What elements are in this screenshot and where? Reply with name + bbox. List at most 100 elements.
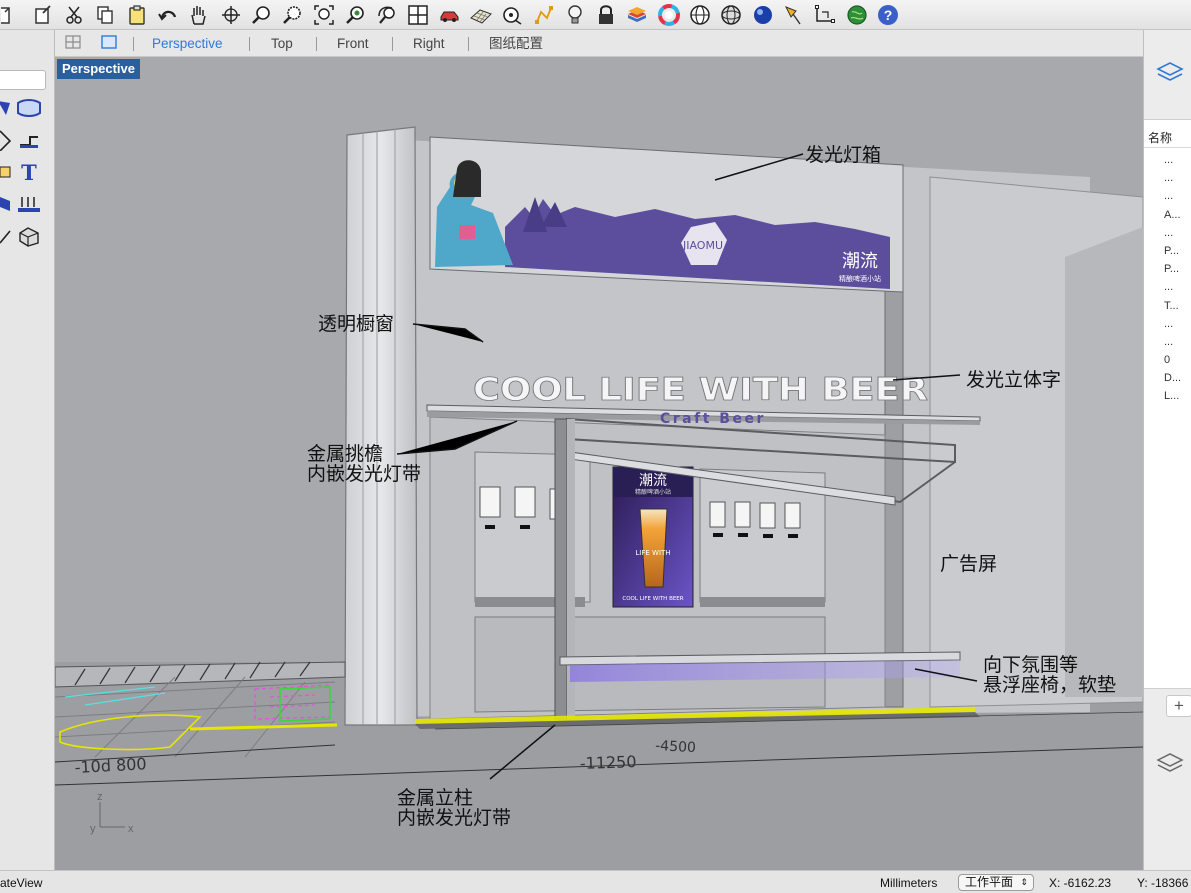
tab-separator (316, 37, 317, 51)
pen-icon[interactable] (782, 3, 805, 27)
layer-row[interactable]: P... (1164, 242, 1181, 260)
layer-row[interactable]: ... (1164, 169, 1181, 187)
layer-row[interactable]: A... (1164, 206, 1181, 224)
lock-icon[interactable] (595, 3, 618, 27)
help-icon[interactable]: ? (876, 3, 899, 27)
cplane-value: 工作平面 (965, 875, 1014, 889)
annotation-window: 透明橱窗 (318, 313, 395, 335)
rotate-view-icon[interactable] (219, 3, 242, 27)
annotation-lightbox: 发光灯箱 (805, 144, 882, 166)
surface-tool-icon[interactable] (16, 96, 42, 120)
pan-hand-icon[interactable] (188, 3, 211, 27)
target-icon[interactable] (501, 3, 524, 27)
tab-separator (249, 37, 250, 51)
undo-icon[interactable] (156, 3, 179, 27)
chevron-updown-icon: ⇕ (1020, 877, 1028, 887)
annotation-pillar-line1: 金属立柱 (397, 787, 474, 809)
dim-label-3: -11250 (579, 752, 636, 773)
annotation-pillar-line2: 内嵌发光灯带 (397, 807, 512, 829)
layers-icon[interactable] (1156, 60, 1184, 89)
paste-icon[interactable] (125, 3, 148, 27)
array-tool-icon[interactable] (16, 192, 42, 216)
sphere-wire-icon[interactable] (689, 3, 712, 27)
right-building-side (1065, 227, 1143, 697)
copy-icon[interactable] (94, 3, 117, 27)
layer-row[interactable]: 0 (1164, 351, 1181, 369)
points-icon[interactable] (532, 3, 555, 27)
axis-y: y (90, 823, 96, 835)
globe-icon[interactable] (845, 3, 868, 27)
layer-row[interactable]: ... (1164, 333, 1181, 351)
tab-layout[interactable]: 图纸配置 (489, 35, 543, 52)
layer-row[interactable]: T... (1164, 297, 1181, 315)
extrude-tool-icon[interactable] (16, 128, 42, 152)
rotate-camera-icon[interactable] (376, 3, 399, 27)
curve-tool-icon[interactable] (0, 96, 14, 120)
mesh-sphere-icon[interactable] (720, 3, 743, 27)
layers-list: ... ... ... A... ... P... P... ... T... … (1164, 151, 1181, 406)
layer-row[interactable]: ... (1164, 187, 1181, 205)
analyze-tool-icon[interactable] (0, 224, 14, 248)
color-wheel-icon[interactable] (657, 3, 680, 27)
layers-column-header[interactable]: 名称 (1144, 126, 1191, 148)
status-units: Millimeters (880, 876, 938, 890)
door-post-left (554, 418, 568, 720)
layer-row[interactable]: L... (1164, 387, 1181, 405)
page-icon[interactable] (0, 3, 23, 27)
dim-label-1: -10d 800 (74, 754, 147, 777)
lightbox-logo: 潮流 (842, 251, 878, 272)
layers-book-icon[interactable] (626, 3, 649, 27)
add-layer-button[interactable]: + (1166, 695, 1191, 717)
layers-icon[interactable] (1156, 751, 1184, 780)
light-bulb-icon[interactable] (563, 3, 586, 27)
zoom-selected-icon[interactable] (344, 3, 367, 27)
render-sphere-icon[interactable] (751, 3, 774, 27)
tab-separator (468, 37, 469, 51)
gumball-icon[interactable] (814, 3, 837, 27)
layer-row[interactable]: ... (1164, 151, 1181, 169)
solid-tool-icon[interactable] (0, 192, 14, 216)
new-doc-icon[interactable] (31, 3, 54, 27)
tab-front[interactable]: Front (337, 35, 369, 52)
ad-screen-mid: LIFE WITH (635, 549, 670, 557)
layer-row[interactable]: ... (1164, 315, 1181, 333)
main-toolbar: ? (0, 0, 1191, 30)
layer-row[interactable]: P... (1164, 260, 1181, 278)
single-view-icon[interactable] (101, 35, 117, 52)
annotation-seat-line2: 悬浮座椅，软垫 (983, 674, 1117, 696)
lightbox-logo-sub: 精酿啤酒小站 (839, 274, 881, 283)
tab-right[interactable]: Right (413, 35, 445, 52)
layout-grid-icon[interactable] (65, 35, 81, 52)
beer-glass (639, 508, 668, 588)
status-bar: ateView Millimeters 工作平面 ⇕ X: -6162.23 Y:… (0, 870, 1191, 893)
cplane-select[interactable]: 工作平面 ⇕ (958, 874, 1034, 891)
ad-screen-bottom: COOL LIFE WITH BEER (622, 596, 683, 602)
four-viewports-icon[interactable] (407, 3, 430, 27)
viewport-label[interactable]: Perspective (57, 59, 140, 79)
car-icon[interactable] (438, 3, 461, 27)
transform-tool-icon[interactable] (0, 128, 14, 152)
zoom-icon[interactable] (250, 3, 273, 27)
perspective-viewport[interactable]: JIAOMU 潮流 精酿啤酒小站 潮流 精酿啤酒小站 LIFE WITH COO… (55, 57, 1143, 870)
tab-separator (133, 37, 134, 51)
command-input[interactable] (0, 70, 46, 90)
tab-separator (392, 37, 393, 51)
zoom-window-icon[interactable] (282, 3, 305, 27)
tab-top[interactable]: Top (271, 35, 293, 52)
annotation-letters: 发光立体字 (966, 369, 1062, 391)
layer-row[interactable]: ... (1164, 278, 1181, 296)
layers-panel-top (1144, 30, 1191, 120)
zoom-extents-icon[interactable] (313, 3, 336, 27)
box-tool-icon[interactable] (16, 224, 42, 248)
tab-perspective[interactable]: Perspective (152, 35, 223, 52)
svg-text:T: T (21, 161, 37, 183)
grid-plane-icon[interactable] (469, 3, 492, 27)
point-tool-icon[interactable] (0, 160, 14, 184)
text-tool-icon[interactable]: T (16, 160, 42, 184)
layers-panel: 名称 ... ... ... A... ... P... P... ... T.… (1143, 30, 1191, 870)
cut-icon[interactable] (63, 3, 86, 27)
status-command: ateView (0, 876, 43, 890)
layer-row[interactable]: D... (1164, 369, 1181, 387)
headline-3d-letters: COOL LIFE WITH BEER (473, 372, 928, 408)
layer-row[interactable]: ... (1164, 224, 1181, 242)
